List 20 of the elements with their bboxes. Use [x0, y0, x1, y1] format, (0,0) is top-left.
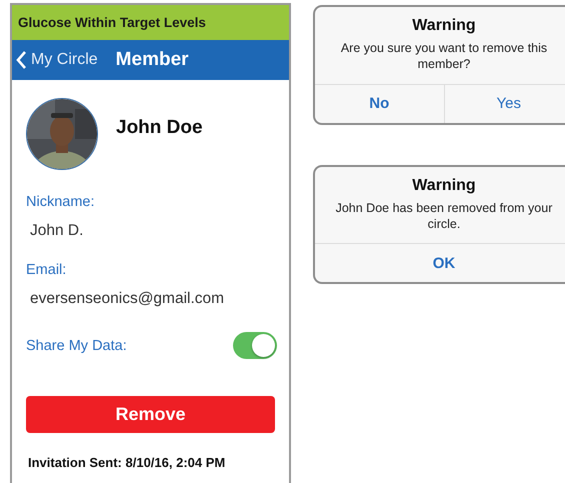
invitation-note: Invitation Sent: 8/10/16, 2:04 PM	[27, 454, 226, 470]
status-banner: Glucose Within Target Levels	[12, 5, 289, 40]
field-value: eversenseonics@gmail.com	[29, 290, 226, 308]
screen-title: Member	[116, 49, 189, 71]
remove-button[interactable]: Remove	[26, 396, 275, 433]
back-link[interactable]: My Circle	[16, 51, 98, 69]
dialog-button[interactable]: Yes	[444, 84, 565, 122]
field-label: Email:	[26, 262, 68, 278]
member-name: John Doe	[116, 117, 203, 139]
dialog-title: Warning	[411, 176, 477, 194]
field-label: Nickname:	[26, 194, 96, 210]
dialog-button[interactable]: OK	[315, 244, 565, 282]
field-value: John D.	[29, 222, 84, 240]
dialog-title: Warning	[411, 16, 477, 35]
dialog-message: Are you sure you want to remove this member?	[340, 40, 548, 74]
chevron-left-icon	[16, 51, 27, 69]
dialog-message: John Doe has been removed from your circle.	[334, 200, 554, 233]
share-label: Share My Data:	[26, 338, 127, 354]
dialog-button[interactable]: No	[315, 84, 444, 122]
toggle-switch[interactable]	[233, 332, 277, 359]
